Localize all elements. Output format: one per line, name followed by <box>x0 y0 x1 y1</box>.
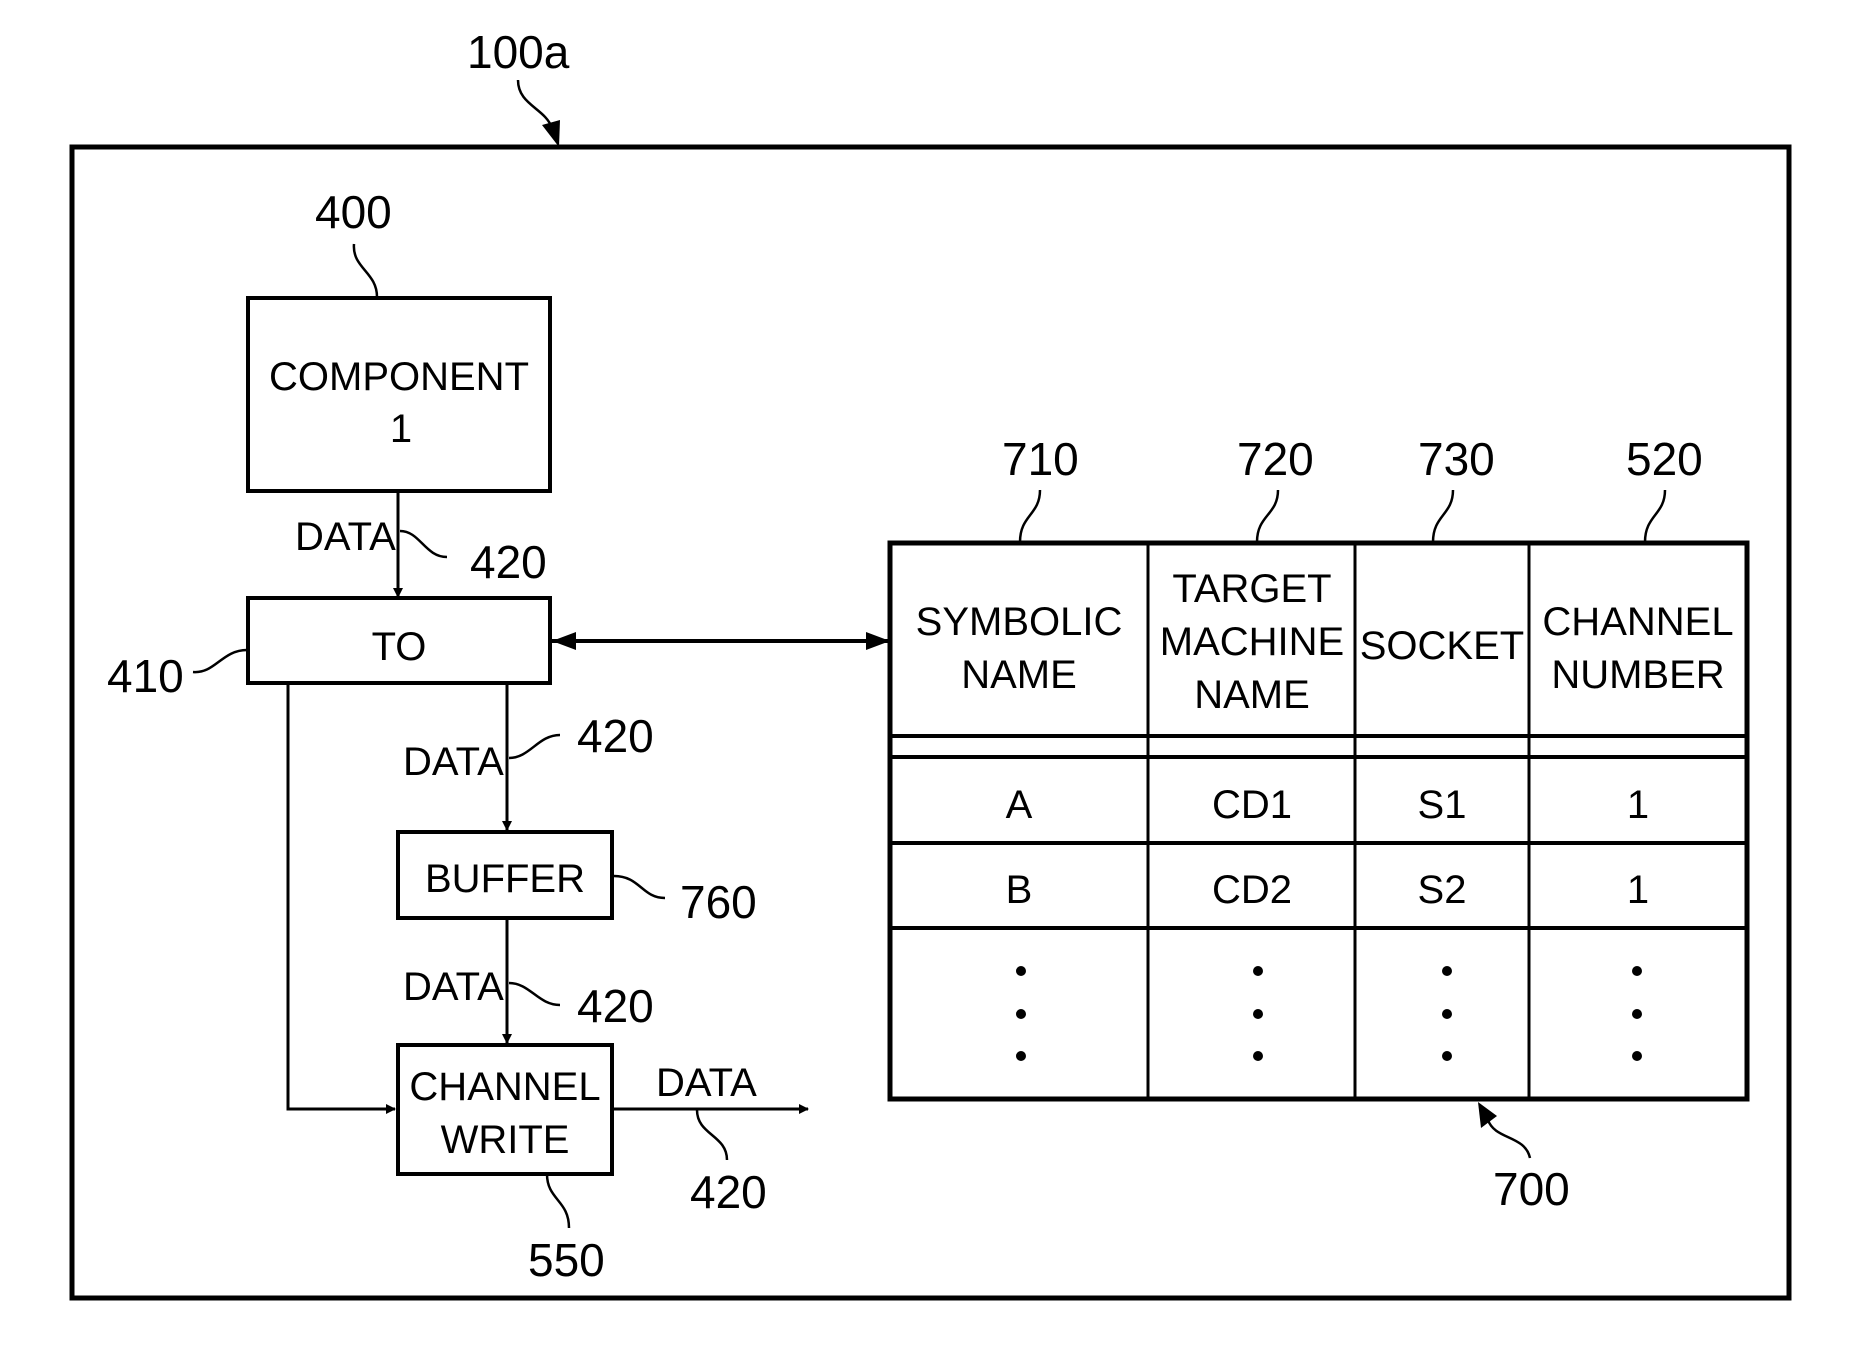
header-text: SYMBOLIC <box>916 600 1123 644</box>
edge-to-buffer-label: DATA <box>403 740 504 784</box>
edge-buffer-channel-write-ref: 420 <box>577 980 654 1032</box>
cell-symbolic-name: B <box>1006 868 1033 912</box>
table-row: B CD2 S2 1 <box>1006 868 1649 912</box>
to-ref-leader <box>192 648 248 674</box>
cell-target-machine: CD2 <box>1212 868 1292 912</box>
ellipsis-vertical-icon <box>1253 966 1263 1061</box>
cell-socket: S2 <box>1418 868 1467 912</box>
table-ref-leader <box>1486 1119 1532 1159</box>
component-node[interactable]: COMPONENT 1 <box>246 296 552 493</box>
mapping-table: SYMBOLIC NAME TARGET MACHINE NAME SOCKET… <box>887 540 1750 1102</box>
edge-to-buffer-ref: 420 <box>577 710 654 762</box>
component-ref-leader <box>352 243 379 298</box>
table-row: A CD1 S1 1 <box>1006 783 1649 827</box>
column-ref-leader <box>1431 489 1455 543</box>
table-header-channel-number: CHANNEL NUMBER <box>1542 600 1733 697</box>
column-ref-leader <box>1018 489 1042 543</box>
edge-to-table-arrowhead-left <box>552 632 576 650</box>
edge-channel-write-out-ref-leader <box>695 1109 729 1161</box>
column-ref-leader <box>1255 489 1280 543</box>
column-ref-label: 520 <box>1626 433 1703 485</box>
header-text: NUMBER <box>1551 653 1724 697</box>
table-ref-arrowhead <box>1478 1102 1497 1128</box>
ellipsis-vertical-icon <box>1632 966 1642 1061</box>
edge-to-table-arrowhead-right <box>866 632 890 650</box>
component-label-line1: COMPONENT <box>269 355 529 399</box>
edge-channel-write-out-ref: 420 <box>690 1166 767 1218</box>
buffer-node[interactable]: BUFFER <box>396 830 614 920</box>
edge-channel-write-out-label: DATA <box>656 1061 757 1105</box>
frame-ref-leader <box>516 79 554 129</box>
header-text: NAME <box>961 653 1077 697</box>
channel-write-label-line2: WRITE <box>441 1118 570 1162</box>
to-node[interactable]: TO <box>246 596 552 685</box>
edge-buffer-channel-write-ref-leader <box>508 981 561 1007</box>
to-label: TO <box>372 625 427 669</box>
channel-write-ref-leader <box>545 1173 571 1229</box>
header-text: CHANNEL <box>1542 600 1733 644</box>
table-ref-label: 700 <box>1493 1163 1570 1215</box>
diagram-canvas: 100a COMPONENT 1 400 DATA 420 TO 410 DAT… <box>69 26 1792 1301</box>
ellipsis-vertical-icon <box>1016 966 1026 1061</box>
cell-symbolic-name: A <box>1006 783 1033 827</box>
channel-write-ref-label: 550 <box>528 1234 605 1286</box>
to-ref-label: 410 <box>107 650 184 702</box>
component-label-line2: 1 <box>390 407 412 451</box>
cell-socket: S1 <box>1418 783 1467 827</box>
header-text: MACHINE <box>1160 620 1344 664</box>
buffer-ref-leader <box>613 874 666 900</box>
frame-ref-label: 100a <box>467 26 570 78</box>
table-header-socket: SOCKET <box>1360 624 1524 668</box>
cell-target-machine: CD1 <box>1212 783 1292 827</box>
header-text: TARGET <box>1172 567 1331 611</box>
column-ref-label: 710 <box>1002 433 1079 485</box>
header-text: NAME <box>1194 673 1310 717</box>
table-header-target-machine-name: TARGET MACHINE NAME <box>1160 567 1344 717</box>
column-ref-label: 720 <box>1237 433 1314 485</box>
ellipsis-vertical-icon <box>1442 966 1452 1061</box>
cell-channel-number: 1 <box>1627 783 1649 827</box>
header-text: SOCKET <box>1360 624 1524 668</box>
channel-write-node[interactable]: CHANNEL WRITE <box>396 1043 614 1176</box>
edge-component-to-label: DATA <box>295 515 396 559</box>
buffer-ref-label: 760 <box>680 876 757 928</box>
edge-component-to-ref-leader <box>399 529 448 559</box>
component-ref-label: 400 <box>315 186 392 238</box>
table-header-symbolic-name: SYMBOLIC NAME <box>916 600 1123 697</box>
edge-buffer-channel-write-label: DATA <box>403 965 504 1009</box>
cell-channel-number: 1 <box>1627 868 1649 912</box>
buffer-label: BUFFER <box>425 857 585 901</box>
frame-ref-arrowhead <box>542 120 560 147</box>
edge-to-channel-write <box>286 683 396 1114</box>
edge-to-buffer-ref-leader <box>508 733 561 760</box>
edge-component-to-ref: 420 <box>470 536 547 588</box>
column-ref-label: 730 <box>1418 433 1495 485</box>
column-ref-leader <box>1643 489 1667 543</box>
table-continuation-row <box>1016 966 1642 1061</box>
channel-write-label-line1: CHANNEL <box>409 1065 600 1109</box>
